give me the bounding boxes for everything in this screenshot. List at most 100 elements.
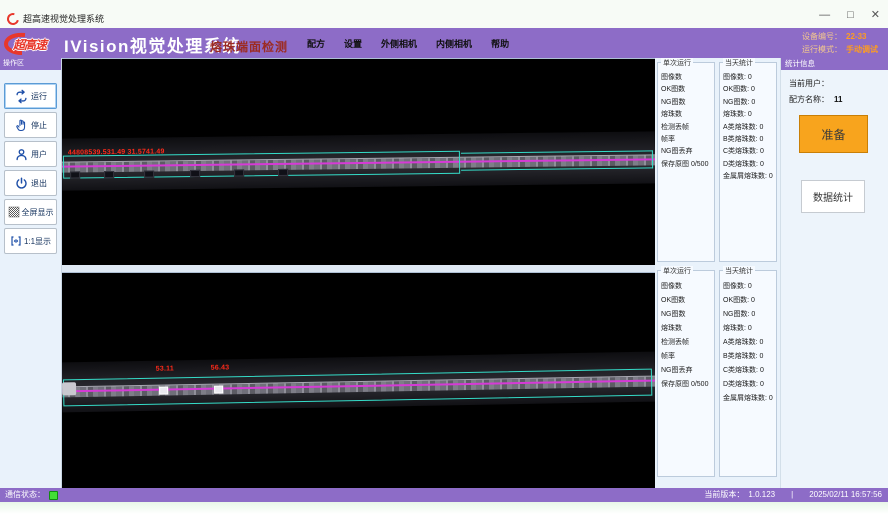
sidebar-button-label: 1:1显示 <box>24 236 51 247</box>
outer-camera-viewport[interactable]: 44808539.531.49 31.5741.49 <box>62 58 655 265</box>
stat-row: 图像数: 0 <box>723 72 773 84</box>
datetime-value: 2025/02/11 16:57:56 <box>809 488 882 502</box>
stat-row: 图像数 <box>661 72 711 84</box>
stat-row: B类熔珠数: 0 <box>723 134 773 146</box>
sidebar-button-4[interactable]: 全屏显示 <box>4 199 57 225</box>
menu-item-1[interactable]: 设置 <box>344 37 362 50</box>
sidebar-title: 操作区 <box>0 58 61 70</box>
window-title-area: 超高速视觉处理系统 <box>7 12 104 25</box>
bead-marker <box>190 170 200 177</box>
sidebar-button-label: 退出 <box>31 178 47 189</box>
app-logo-icon <box>5 10 21 26</box>
stat-row: OK图数 <box>661 84 711 96</box>
sidebar-button-label: 全屏显示 <box>22 207 54 218</box>
bead-marker <box>234 169 244 176</box>
data-statistics-button[interactable]: 数据统计 <box>801 180 865 213</box>
stat-row: OK图数: 0 <box>723 294 773 308</box>
stat-row: NG图数: 0 <box>723 97 773 109</box>
minimize-button[interactable]: — <box>819 9 830 21</box>
strip-end-highlight <box>62 382 76 395</box>
sidebar-button-2[interactable]: 用户 <box>4 141 57 167</box>
stat-row: D类熔珠数: 0 <box>723 159 773 171</box>
bead-marker <box>144 170 154 177</box>
defect-marker <box>214 385 223 393</box>
stat-row: B类熔珠数: 0 <box>723 350 773 364</box>
close-button[interactable]: ✕ <box>871 9 880 21</box>
recipe-name-line: 配方名称： 11 <box>789 94 888 105</box>
group-title: 当天统计 <box>723 266 755 276</box>
desktop-background <box>0 502 888 522</box>
sidebar-button-0[interactable]: 运行 <box>4 83 57 109</box>
bead-marker <box>104 171 114 178</box>
user-icon <box>14 147 29 162</box>
stat-row: 保存原图 0/500 <box>661 159 711 171</box>
recipe-name-label: 配方名称： <box>789 95 829 104</box>
measurement-annotation: 44808539.531.49 31.5741.49 <box>68 148 165 156</box>
brand-logo: 超高速 <box>3 29 63 57</box>
stat-row: OK图数 <box>661 294 711 308</box>
power-icon <box>14 176 29 191</box>
strip-scene: 44808539.531.49 31.5741.49 <box>62 58 655 265</box>
menu-item-4[interactable]: 帮助 <box>491 37 509 50</box>
sidebar-button-label: 运行 <box>31 91 47 102</box>
stat-row: C类熔珠数: 0 <box>723 364 773 378</box>
sidebar-button-1[interactable]: 停止 <box>4 112 57 138</box>
stat-row: A类熔珠数: 0 <box>723 336 773 350</box>
stat-row: 保存原图 0/500 <box>661 378 711 392</box>
sidebar-buttons: 运行停止用户退出全屏显示 1:1显示 <box>0 70 61 254</box>
operation-sidebar: 操作区 运行停止用户退出全屏显示 1:1显示 <box>0 58 62 488</box>
version-value: 1.0.123 <box>748 488 775 502</box>
fullscreen-grid-icon <box>8 206 20 218</box>
comm-status-indicator <box>49 491 58 500</box>
menu-bar: 配方 设置 外侧相机 内侧相机 帮助 <box>307 28 509 58</box>
current-user-line: 当前用户： <box>789 78 888 89</box>
stat-row: NG图丢弃 <box>661 364 711 378</box>
comm-status-label: 通信状态： <box>5 488 45 502</box>
today-stats-group: 当天统计图像数: 0OK图数: 0NG图数: 0熔珠数: 0A类熔珠数: 0B类… <box>719 270 777 477</box>
stat-row: 帧率 <box>661 350 711 364</box>
status-bar: 通信状态： 当前版本： 1.0.123 | 2025/02/11 16:57:5… <box>0 488 888 502</box>
run-cycle-icon <box>14 89 29 104</box>
run-mode-label: 运行模式： <box>802 45 842 54</box>
detection-roi-box-tail <box>461 150 653 170</box>
inner-camera-viewport[interactable]: 53.11 56.43 <box>62 272 655 488</box>
today-stats-group: 当天统计图像数: 0OK图数: 0NG图数: 0熔珠数: 0A类熔珠数: 0B类… <box>719 62 777 262</box>
stat-row: 检测丢帧 <box>661 336 711 350</box>
camera-viewports: 44808539.531.49 31.5741.49 53.11 56.43 <box>62 58 655 488</box>
menu-item-0[interactable]: 配方 <box>307 37 325 50</box>
one-to-one-icon <box>10 235 22 247</box>
prepare-button[interactable]: 准备 <box>799 115 868 153</box>
stat-row: NG图丢弃 <box>661 146 711 158</box>
header-bar: 超高速 IVision视觉处理系统 熔珠端面检测 配方设置外侧相机内侧相机帮助 … <box>0 28 888 58</box>
stat-row: 帧率 <box>661 134 711 146</box>
recipe-name-value: 11 <box>834 95 842 104</box>
sidebar-button-label: 用户 <box>31 149 47 160</box>
brand-logo-text: 超高速 <box>13 36 46 53</box>
stat-row: 图像数: 0 <box>723 280 773 294</box>
menu-item-2[interactable]: 外侧相机 <box>381 37 417 50</box>
version-datetime: 当前版本： 1.0.123 | 2025/02/11 16:57:56 <box>704 488 882 502</box>
window-controls: — □ ✕ <box>819 9 880 21</box>
stat-row: A类熔珠数: 0 <box>723 122 773 134</box>
group-title: 当天统计 <box>723 58 755 68</box>
maximize-button[interactable]: □ <box>847 9 854 21</box>
stop-hand-icon <box>14 118 29 133</box>
stat-row: 金属屑熔珠数: 0 <box>723 171 773 183</box>
info-panel-title: 统计信息 <box>781 58 888 70</box>
strip-scene: 53.11 56.43 <box>62 272 655 488</box>
single-run-group: 单次运行图像数OK图数NG图数熔珠数检测丢帧帧率NG图丢弃保存原图 0/500 <box>657 270 715 477</box>
bead-marker <box>70 171 80 178</box>
stat-row: 熔珠数 <box>661 322 711 336</box>
stat-row: 图像数 <box>661 280 711 294</box>
stats-panel-top: 单次运行图像数OK图数NG图数熔珠数检测丢帧帧率NG图丢弃保存原图 0/500 … <box>655 58 780 268</box>
sidebar-button-5[interactable]: 1:1显示 <box>4 228 57 254</box>
current-user-label: 当前用户： <box>789 79 829 88</box>
measurement-annotation: 56.43 <box>211 364 230 371</box>
device-number-value: 22-33 <box>846 32 866 41</box>
run-mode-line: 运行模式：手动调试 <box>802 43 878 56</box>
sidebar-button-3[interactable]: 退出 <box>4 170 57 196</box>
group-title: 单次运行 <box>661 58 693 68</box>
comm-status: 通信状态： <box>5 488 58 502</box>
menu-item-3[interactable]: 内侧相机 <box>436 37 472 50</box>
stat-row: C类熔珠数: 0 <box>723 146 773 158</box>
